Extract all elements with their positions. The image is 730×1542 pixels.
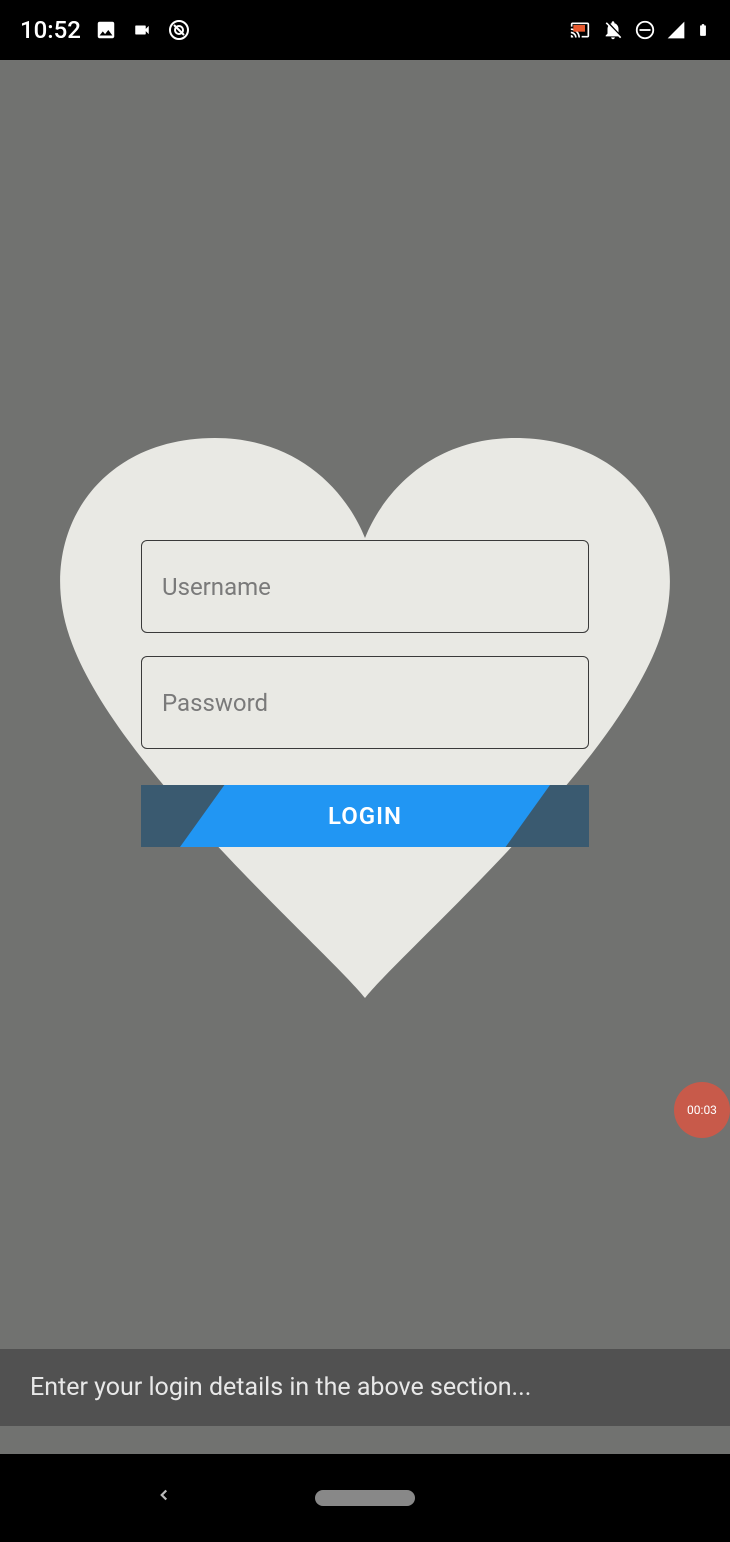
- battery-icon: [696, 18, 710, 42]
- do-not-disturb-icon: [634, 19, 656, 41]
- login-button-container: LOGIN: [141, 785, 589, 847]
- signal-icon: [666, 20, 686, 40]
- status-right: [568, 18, 710, 42]
- login-button[interactable]: LOGIN: [180, 785, 550, 847]
- image-icon: [95, 19, 117, 41]
- navigation-bar: [0, 1454, 730, 1542]
- record-timer-text: 00:03: [687, 1103, 717, 1117]
- at-icon: [167, 18, 191, 42]
- status-bar: 10:52: [0, 0, 730, 60]
- video-icon: [131, 21, 153, 39]
- toast-text: Enter your login details in the above se…: [30, 1373, 531, 1402]
- home-pill[interactable]: [315, 1490, 415, 1506]
- login-form: LOGIN: [141, 540, 589, 847]
- bell-off-icon: [602, 19, 624, 41]
- back-button[interactable]: [155, 1481, 173, 1516]
- toast-message: Enter your login details in the above se…: [0, 1349, 730, 1426]
- record-timer-badge[interactable]: 00:03: [674, 1082, 730, 1138]
- cast-icon: [568, 20, 592, 40]
- app-content: LOGIN 00:03 Enter your login details in …: [0, 60, 730, 1454]
- password-input[interactable]: [141, 656, 589, 749]
- status-left: 10:52: [20, 16, 191, 44]
- status-time: 10:52: [20, 16, 81, 44]
- username-input[interactable]: [141, 540, 589, 633]
